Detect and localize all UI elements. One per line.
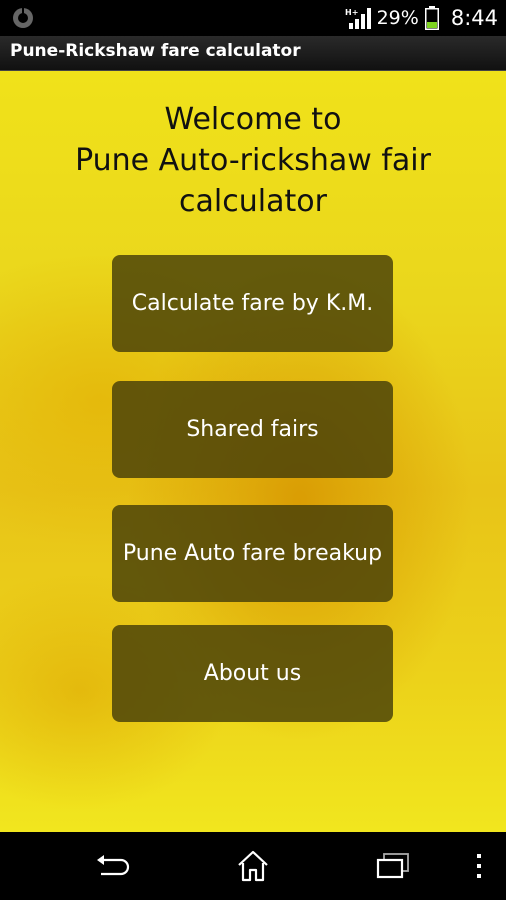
welcome-line-1: Welcome to [164, 102, 342, 137]
welcome-line-3: calculator [179, 184, 327, 219]
recent-apps-icon[interactable] [375, 852, 411, 880]
shared-fairs-button[interactable]: Shared fairs [112, 381, 393, 478]
battery-percent: 29% [376, 7, 419, 29]
app-title: Pune-Rickshaw fare calculator [10, 41, 301, 61]
home-icon[interactable] [236, 850, 270, 882]
menu-overflow-icon[interactable] [474, 853, 484, 879]
network-type-label: H+ [345, 8, 358, 17]
navigation-bar [0, 832, 506, 900]
fare-breakup-button[interactable]: Pune Auto fare breakup [112, 505, 393, 602]
about-us-button[interactable]: About us [112, 625, 393, 722]
welcome-line-2: Pune Auto-rickshaw fair [75, 143, 431, 178]
clock: 8:44 [450, 6, 498, 30]
status-bar: H+ 29% 8:44 [0, 0, 506, 36]
signal-icon: H+ [345, 8, 371, 29]
notification-app-icon [13, 8, 33, 28]
welcome-heading: Welcome to Pune Auto-rickshaw fair calcu… [0, 99, 506, 222]
main-content: Welcome to Pune Auto-rickshaw fair calcu… [0, 71, 506, 832]
action-bar: Pune-Rickshaw fare calculator [0, 36, 506, 71]
back-icon[interactable] [95, 854, 131, 880]
status-indicators: H+ 29% 8:44 [345, 0, 498, 36]
app-screen: H+ 29% 8:44 Pune-Rickshaw fare calculato… [0, 0, 506, 900]
battery-icon [424, 6, 439, 30]
calculate-fare-by-km-button[interactable]: Calculate fare by K.M. [112, 255, 393, 352]
